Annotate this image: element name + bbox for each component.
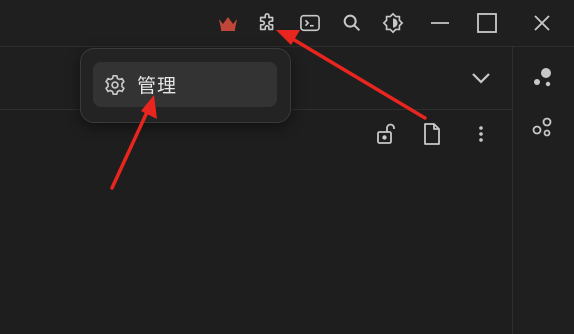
- more-vertical-icon[interactable]: [474, 122, 488, 146]
- crown-icon[interactable]: [214, 9, 242, 37]
- editor-content[interactable]: [0, 158, 512, 334]
- maximize-icon[interactable]: [473, 9, 501, 37]
- puzzle-icon[interactable]: [254, 9, 282, 37]
- search-icon[interactable]: [338, 9, 366, 37]
- chevron-down-icon[interactable]: [468, 65, 496, 91]
- file-icon[interactable]: [422, 122, 444, 146]
- theme-icon[interactable]: [379, 9, 407, 37]
- title-bar: [0, 0, 574, 47]
- graph-dots-icon[interactable]: [531, 65, 555, 89]
- menu-item-manage[interactable]: 管理: [93, 62, 277, 107]
- right-sidebar: [512, 47, 574, 334]
- unlock-icon[interactable]: [374, 122, 398, 146]
- close-icon[interactable]: [528, 9, 556, 37]
- gear-icon: [104, 74, 126, 96]
- minimize-icon[interactable]: [426, 9, 454, 37]
- terminal-icon[interactable]: [296, 9, 324, 37]
- plugin-popup-menu: 管理: [80, 48, 291, 123]
- nodes-icon[interactable]: [531, 115, 555, 139]
- menu-item-label: 管理: [137, 75, 178, 97]
